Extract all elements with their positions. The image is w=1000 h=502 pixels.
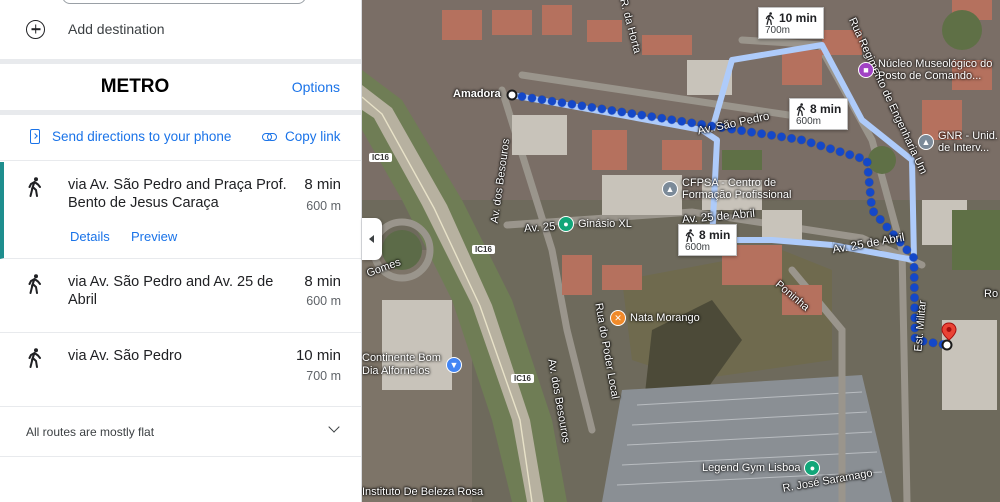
route-duration: 8 min xyxy=(304,176,341,193)
origin-label: Amadora xyxy=(453,88,501,100)
poi-museum[interactable]: ■ Núcleo Museológico do Posto de Comando… xyxy=(858,58,1000,82)
send-to-phone-label: Send directions to your phone xyxy=(52,129,232,144)
street-label: Av. 25 xyxy=(523,220,556,236)
walking-icon xyxy=(796,102,805,116)
gym-icon: ● xyxy=(804,460,821,476)
bubble-distance: 600m xyxy=(796,116,822,127)
route-name: via Av. São Pedro and Av. 25 de Abril xyxy=(68,274,274,308)
add-destination-label: Add destination xyxy=(68,21,165,37)
route-option-1[interactable]: via Av. São Pedro and Praça Prof. Bento … xyxy=(0,162,361,259)
collapse-panel-button[interactable] xyxy=(362,218,382,260)
shopping-cart-icon: ▼ xyxy=(446,357,462,373)
gym-icon: ● xyxy=(558,216,574,232)
poi-label: GNR - Unid. de Interv... xyxy=(938,130,998,154)
preview-button[interactable]: Preview xyxy=(131,229,177,244)
directions-panel: Add destination METRO Options Send direc… xyxy=(0,0,362,502)
options-button[interactable]: Options xyxy=(292,79,340,95)
road-shield: IC16 xyxy=(472,245,495,254)
route-distance: 600 m xyxy=(306,199,341,213)
road-shield: IC16 xyxy=(369,153,392,162)
poi-cfpsa[interactable]: ▲ CFPSA - Centro de Formação Profissiona… xyxy=(662,177,812,201)
museum-icon: ■ xyxy=(858,62,874,78)
add-destination-button[interactable]: Add destination xyxy=(26,18,165,40)
elevation-note: All routes are mostly flat xyxy=(0,407,361,457)
walking-icon xyxy=(28,274,41,294)
copy-link-label: Copy link xyxy=(285,129,341,144)
route-time-bubble[interactable]: 8 min 600m xyxy=(789,98,849,130)
bubble-time: 8 min xyxy=(699,228,731,242)
mode-header: METRO Options xyxy=(0,64,361,110)
poi-label: Instituto De Beleza Rosa xyxy=(362,486,484,498)
route-distance: 700 m xyxy=(306,369,341,383)
government-building-icon: ▲ xyxy=(918,134,934,150)
bubble-time: 8 min xyxy=(810,102,842,116)
link-icon xyxy=(262,132,277,141)
route-duration: 10 min xyxy=(295,347,341,364)
send-to-phone-button[interactable]: Send directions to your phone xyxy=(30,129,231,144)
destination-input[interactable] xyxy=(62,0,306,4)
chevron-down-icon[interactable] xyxy=(328,421,340,433)
copy-link-button[interactable]: Copy link xyxy=(262,129,341,144)
route-name: via Av. São Pedro and Praça Prof. Bento … xyxy=(68,177,287,211)
destination-pin-icon[interactable] xyxy=(941,322,957,348)
poi-label: Núcleo Museológico do Posto de Comando..… xyxy=(878,58,993,82)
poi-label: Ro xyxy=(984,288,999,300)
poi-label: Nata Morango xyxy=(630,312,700,324)
poi-gnr[interactable]: ▲ GNR - Unid. de Interv... xyxy=(918,130,1000,154)
bubble-distance: 600m xyxy=(685,242,711,253)
poi-nata-morango[interactable]: ✕ Nata Morango xyxy=(610,310,700,326)
mode-title: METRO xyxy=(100,76,170,97)
directions-screen: Add destination METRO Options Send direc… xyxy=(0,0,1000,502)
poi-label: Legend Gym Lisboa xyxy=(702,462,801,474)
share-actions: Send directions to your phone Copy link xyxy=(0,115,361,161)
send-to-phone-icon xyxy=(30,129,40,144)
poi-continente[interactable]: ▼ Continente Bom Dia Alfornelos xyxy=(362,352,462,378)
details-button[interactable]: Details xyxy=(70,229,110,244)
poi-ginasio[interactable]: ● Ginásio XL xyxy=(558,216,632,232)
walking-icon xyxy=(28,177,41,197)
route-option-2[interactable]: via Av. São Pedro and Av. 25 de Abril 8 … xyxy=(0,259,361,333)
poi-legend-gym[interactable]: ● Legend Gym Lisboa xyxy=(702,460,821,476)
road-shield: IC16 xyxy=(511,374,534,383)
walking-icon xyxy=(685,228,694,242)
restaurant-icon: ✕ xyxy=(610,310,626,326)
elevation-note-text: All routes are mostly flat xyxy=(26,425,155,439)
bubble-time: 10 min xyxy=(779,11,818,25)
poi-label: Ginásio XL xyxy=(578,218,632,230)
poi-label: CFPSA - Centro de Formação Profissional xyxy=(682,177,792,201)
add-circle-icon xyxy=(26,19,45,39)
school-icon: ▲ xyxy=(662,181,678,197)
map-view[interactable]: Amadora IC16 IC16 IC16 Av. São Pedro Av.… xyxy=(362,0,1000,502)
route-time-bubble[interactable]: 8 min 600m xyxy=(678,224,738,256)
route-option-3[interactable]: via Av. São Pedro 10 min 700 m xyxy=(0,333,361,407)
poi-label: Continente Bom Dia Alfornelos xyxy=(362,352,441,377)
route-time-bubble[interactable]: 10 min 700m xyxy=(758,7,825,39)
route-duration: 8 min xyxy=(304,273,341,290)
route-distance: 600 m xyxy=(306,294,341,308)
walking-icon xyxy=(765,11,774,25)
walking-icon xyxy=(28,348,41,368)
bubble-distance: 700m xyxy=(765,25,791,36)
route-name: via Av. São Pedro xyxy=(68,348,182,364)
